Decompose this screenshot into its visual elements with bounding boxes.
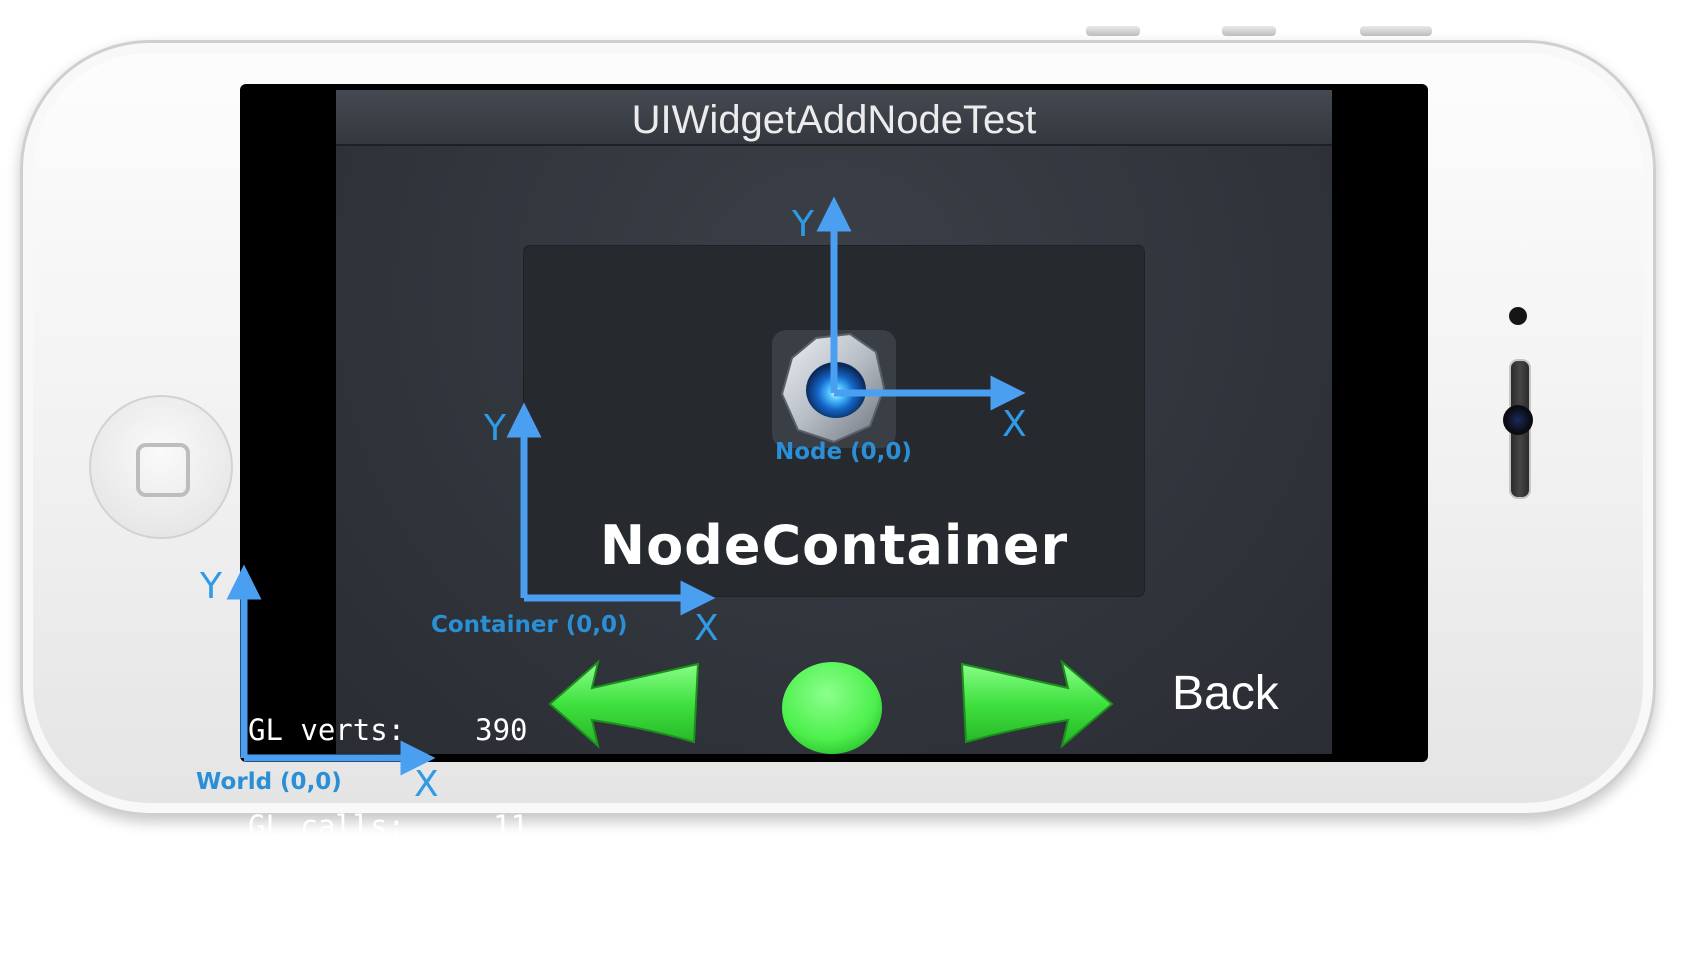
coordinate-overlay: Y X World (0,0) Y X Container (0,0) Y X … <box>196 196 1027 805</box>
node-x-label: X <box>1002 404 1027 445</box>
world-y-label: Y <box>199 566 223 607</box>
node-origin-label: Node (0,0) <box>775 439 912 465</box>
container-axes: Y X Container (0,0) <box>431 402 719 649</box>
container-x-label: X <box>694 608 719 649</box>
fps-row: 30.2 / 0.021 <box>248 905 458 939</box>
world-origin-label: World (0,0) <box>196 769 342 795</box>
world-axes: Y X World (0,0) <box>196 564 439 805</box>
node-axes: Y X Node (0,0) <box>775 196 1027 465</box>
container-y-label: Y <box>483 408 507 449</box>
node-y-label: Y <box>791 204 815 245</box>
world-x-label: X <box>414 764 439 805</box>
container-origin-label: Container (0,0) <box>431 612 628 638</box>
